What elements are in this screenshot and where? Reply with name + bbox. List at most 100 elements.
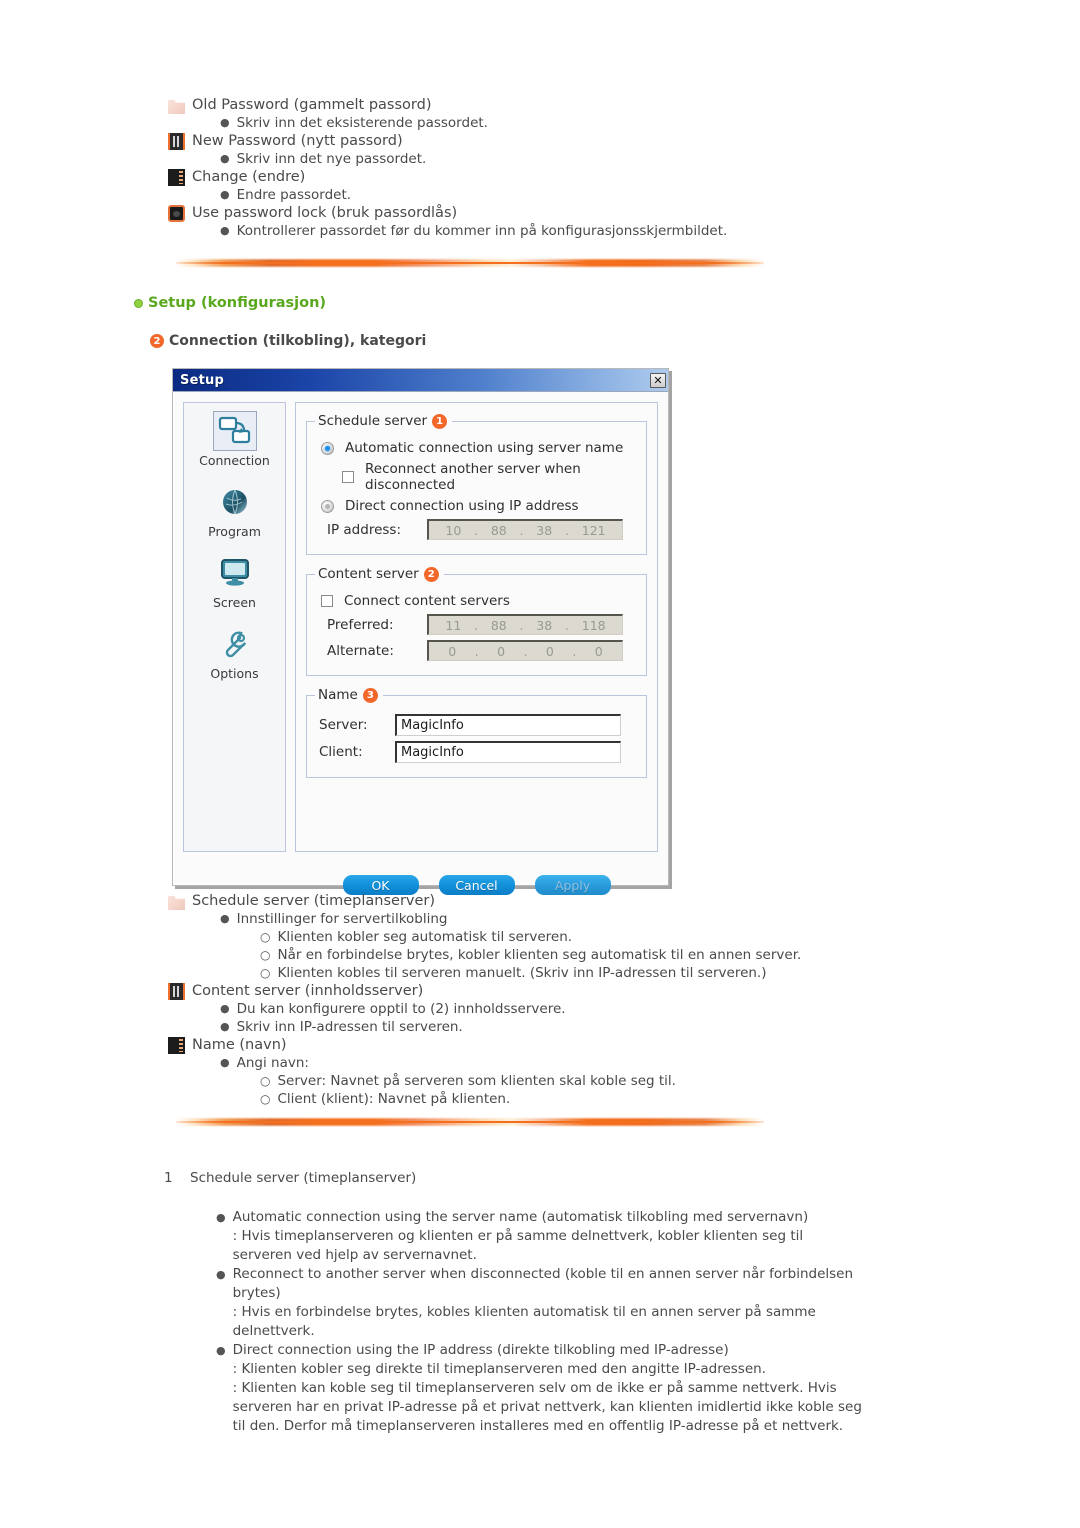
password-options-list: Old Password (gammelt passord) ● Skriv i…	[168, 96, 888, 240]
list-item-label: Old Password (gammelt passord)	[192, 97, 432, 113]
list-item: ● Angi navn:	[220, 1054, 928, 1072]
ip-octet-1: 10	[445, 522, 462, 538]
list-item: Content server (innholdsserver)	[168, 982, 928, 1000]
globe-icon	[213, 482, 257, 522]
sidebar-item-options[interactable]: Options	[184, 624, 285, 681]
list-item: Use password lock (bruk passordlås)	[168, 204, 888, 222]
list-item-label: Server: Navnet på serveren som klienten …	[277, 1073, 676, 1089]
checkbox-reconnect[interactable]	[342, 471, 354, 483]
list-item-label: Klienten kobler seg automatisk til serve…	[277, 929, 573, 945]
preferred-server-row: Preferred: 11 . 88 . 38 . 118	[327, 614, 638, 635]
document-page: Old Password (gammelt passord) ● Skriv i…	[0, 0, 1080, 1528]
client-name-input[interactable]: MagicInfo	[395, 741, 621, 763]
bullet-icon: ●	[220, 224, 230, 237]
step-badge-1: 1	[432, 413, 448, 429]
section-header-setup: Setup (konfigurasjon)	[134, 295, 326, 311]
radio-direct-connection-row[interactable]: Direct connection using IP address	[321, 498, 638, 514]
book-icon	[168, 1037, 185, 1054]
subsection-header-connection: 2 Connection (tilkobling), kategori	[150, 333, 426, 349]
list-item-label: Når en forbindelse brytes, kobler klient…	[277, 947, 802, 963]
detail-line: : Hvis timeplanserveren og klienten er p…	[232, 1228, 804, 1263]
content-server-group: Content server 2 Connect content servers…	[306, 566, 647, 676]
film-icon	[168, 983, 185, 1000]
list-item: ● Skriv inn IP-adressen til serveren.	[220, 1018, 928, 1036]
checkbox-connect-content-servers[interactable]	[321, 595, 333, 607]
ip-octet-2: 88	[490, 522, 507, 538]
step-badge-3: 3	[362, 687, 378, 703]
dialog-content-panel: Schedule server 1 Automatic connection u…	[295, 402, 658, 895]
ip-octet-3: 38	[536, 522, 553, 538]
circle-bullet-icon: ○	[260, 1074, 271, 1088]
list-item-label: Name (navn)	[192, 1037, 287, 1053]
checkbox-reconnect-label: Reconnect another server when disconnect…	[365, 461, 581, 493]
bullet-icon: ●	[220, 1002, 230, 1015]
connection-icon	[212, 411, 257, 451]
list-item: ● Skriv inn det nye passordet.	[220, 150, 888, 168]
server-name-input[interactable]: MagicInfo	[395, 714, 621, 736]
detail-item: ● Automatic connection using the server …	[216, 1208, 864, 1265]
radio-auto-connection[interactable]	[321, 441, 334, 455]
list-item-label: New Password (nytt passord)	[192, 133, 403, 149]
ip-address-label: IP address:	[327, 521, 401, 538]
wrench-icon	[213, 624, 257, 664]
list-item-label: Skriv inn IP-adressen til serveren.	[236, 1019, 463, 1035]
dialog-title-bar: Setup ✕	[173, 369, 668, 392]
group-label: Content server	[318, 566, 419, 582]
alternate-server-row: Alternate: 0 . 0 . 0 . 0	[327, 640, 638, 661]
ip-separator: .	[519, 617, 524, 633]
list-item: Old Password (gammelt passord)	[168, 96, 888, 114]
item-title: Schedule server (timeplanserver)	[190, 1170, 417, 1186]
list-item-label: Klienten kobles til serveren manuelt. (S…	[277, 965, 767, 981]
client-name-label: Client:	[319, 744, 363, 760]
name-legend: Name 3	[315, 687, 383, 703]
preferred-label: Preferred:	[327, 616, 394, 633]
sidebar-item-connection[interactable]: Connection	[184, 411, 285, 468]
ip-octet-4: 118	[581, 617, 606, 633]
list-item: ● Endre passordet.	[220, 186, 888, 204]
content-server-legend: Content server 2	[315, 566, 444, 582]
bullet-icon: ●	[220, 1056, 230, 1069]
list-item-label: Innstillinger for servertilkobling	[236, 911, 448, 927]
close-icon[interactable]: ✕	[650, 372, 666, 388]
detail-item: ● Reconnect to another server when disco…	[216, 1265, 864, 1341]
name-group: Name 3 Server: MagicInfo Client: MagicIn…	[306, 687, 647, 778]
bullet-icon: ●	[220, 1020, 230, 1033]
bullet-icon: ●	[220, 116, 230, 129]
dialog-title: Setup	[180, 372, 224, 388]
list-item: ● Kontrollerer passordet før du kommer i…	[220, 222, 888, 240]
item-number: 1	[164, 1170, 173, 1186]
bullet-icon: ●	[216, 1344, 226, 1357]
sidebar-item-program[interactable]: Program	[184, 482, 285, 539]
bullet-icon: ●	[220, 188, 230, 201]
list-item: ● Skriv inn det eksisterende passordet.	[220, 114, 888, 132]
bullet-dot-icon	[134, 298, 143, 308]
ip-octet-3: 0	[545, 643, 554, 659]
circle-bullet-icon: ○	[260, 948, 271, 962]
section-divider	[166, 1117, 774, 1127]
list-item: Change (endre)	[168, 168, 888, 186]
ip-separator: .	[564, 522, 569, 538]
folder-icon	[168, 896, 185, 910]
checkbox-connect-content-row[interactable]: Connect content servers	[321, 593, 638, 609]
list-item: New Password (nytt passord)	[168, 132, 888, 150]
ip-octet-3: 38	[536, 617, 553, 633]
detail-line: : Hvis en forbindelse brytes, kobles kli…	[232, 1304, 816, 1339]
ip-separator: .	[564, 617, 569, 633]
section-divider	[166, 258, 774, 268]
detail-line: : Klienten kan koble seg til timeplanser…	[232, 1380, 862, 1434]
list-item-label: Du kan konfigurere opptil to (2) innhold…	[236, 1001, 566, 1017]
detail-head: Direct connection using the IP address (…	[232, 1342, 729, 1358]
group-label: Name	[318, 687, 358, 703]
radio-auto-connection-label: Automatic connection using server name	[345, 440, 624, 456]
radio-auto-connection-row[interactable]: Automatic connection using server name	[321, 440, 638, 456]
ip-separator: .	[474, 522, 479, 538]
ip-address-input[interactable]: 10 . 88 . 38 . 121	[427, 519, 623, 540]
preferred-ip-input[interactable]: 11 . 88 . 38 . 118	[427, 614, 623, 635]
radio-direct-connection[interactable]	[321, 499, 334, 513]
list-item-label: Change (endre)	[192, 169, 306, 185]
alternate-ip-input[interactable]: 0 . 0 . 0 . 0	[427, 640, 623, 661]
checkbox-reconnect-row[interactable]: Reconnect another server when disconnect…	[342, 461, 638, 493]
client-name-row: Client: MagicInfo	[319, 741, 638, 763]
server-name-row: Server: MagicInfo	[319, 714, 638, 736]
sidebar-item-screen[interactable]: Screen	[184, 553, 285, 610]
